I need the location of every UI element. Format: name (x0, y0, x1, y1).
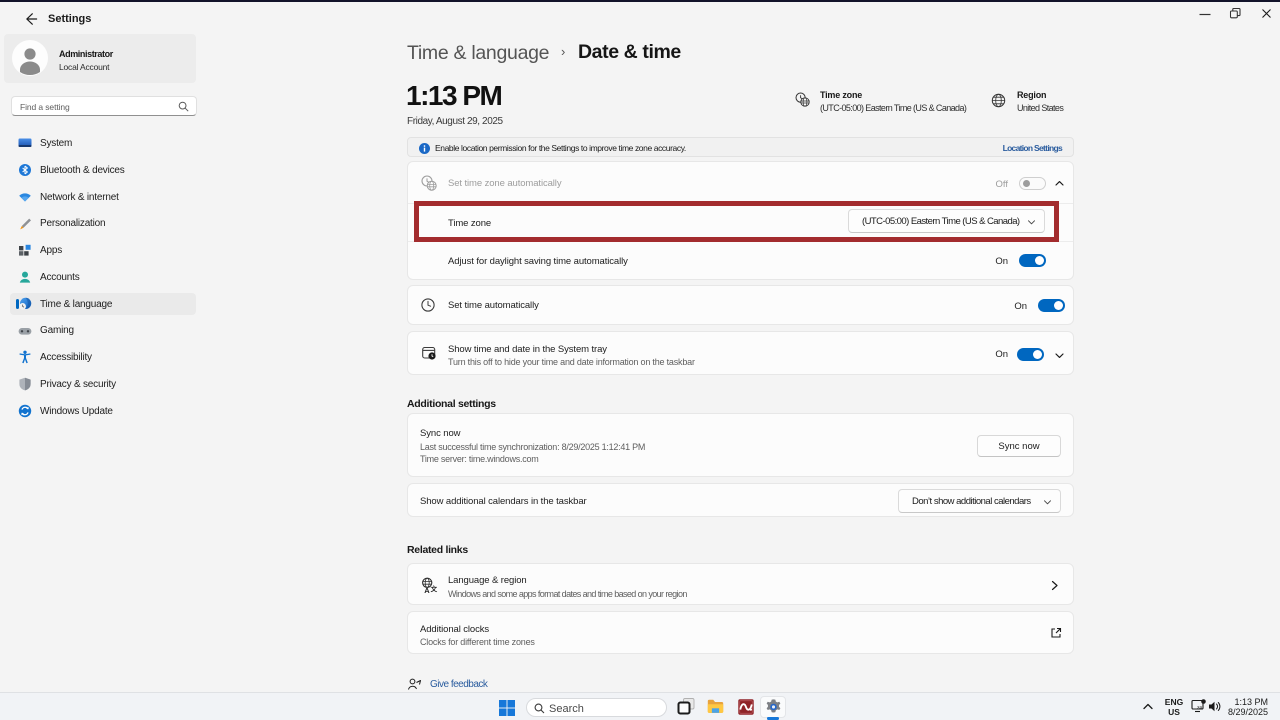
svg-text:A: A (424, 586, 430, 594)
svg-text:xa: xa (1197, 705, 1202, 710)
svg-text:文: 文 (430, 584, 438, 593)
